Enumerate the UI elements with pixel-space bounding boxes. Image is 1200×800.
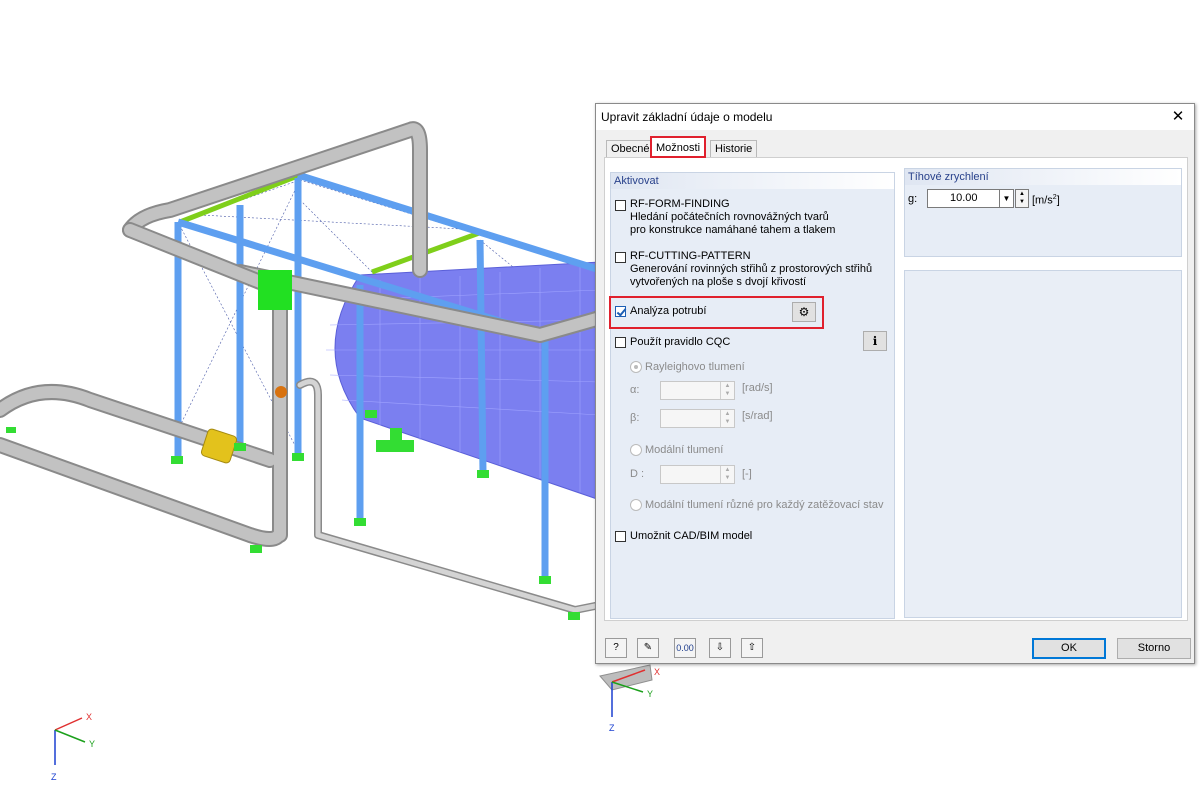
alpha-input[interactable]: ▲ ▼	[660, 381, 735, 400]
cutting-pattern-desc-1: Generování rovinných střihů z prostorový…	[630, 263, 873, 275]
axis-y-label: Y	[89, 739, 95, 749]
cancel-button[interactable]: Storno	[1117, 638, 1191, 659]
rayleigh-radio[interactable]	[630, 361, 642, 373]
beta-unit: [s/rad]	[742, 410, 773, 422]
pipe-settings-icon[interactable]: ⚙	[792, 302, 816, 322]
edit-model-dialog: Upravit základní údaje o modelu ✕ Obecné…	[595, 103, 1195, 664]
tab-options[interactable]: Možnosti	[650, 136, 707, 158]
cutting-pattern-checkbox[interactable]	[615, 252, 626, 263]
cutting-pattern-label: RF-CUTTING-PATTERN	[630, 250, 751, 262]
form-finding-label: RF-FORM-FINDING	[630, 198, 730, 210]
axis-x-label: X	[86, 712, 92, 722]
modal-damping-label: Modální tlumení	[645, 444, 724, 456]
beta-input[interactable]: ▲ ▼	[660, 409, 735, 428]
valve-node	[275, 386, 287, 398]
form-finding-checkbox[interactable]	[615, 200, 626, 211]
rayleigh-label: Rayleighovo tlumení	[645, 361, 745, 373]
dialog-titlebar[interactable]: Upravit základní údaje o modelu ✕	[596, 104, 1194, 130]
pipe-analysis-label: Analýza potrubí	[630, 305, 707, 317]
g-value-input[interactable]: 10.00	[927, 189, 1000, 208]
axis-z-label: Z	[51, 772, 57, 782]
activate-group-title: Aktivovat	[611, 173, 894, 189]
alpha-unit: [rad/s]	[742, 382, 773, 394]
preview-area	[904, 270, 1182, 618]
close-icon[interactable]: ✕	[1168, 107, 1188, 127]
g-label: g:	[908, 193, 918, 205]
beta-label: β:	[630, 412, 640, 424]
cad-bim-checkbox[interactable]	[615, 531, 626, 542]
cqc-label: Použít pravidlo CQC	[630, 336, 731, 348]
modal-per-case-radio[interactable]	[630, 499, 642, 511]
export-icon[interactable]: ⇧	[741, 638, 763, 658]
ok-button[interactable]: OK	[1032, 638, 1106, 659]
form-finding-desc-1: Hledání počátečních rovnovážných tvarů	[630, 211, 829, 223]
cutting-pattern-desc-2: vytvořených na ploše s dvojí křivostí	[630, 276, 807, 288]
d-input[interactable]: ▲ ▼	[660, 465, 735, 484]
info-icon[interactable]: ℹ	[863, 331, 887, 351]
g-stepper[interactable]: ▲ ▼	[1015, 189, 1029, 208]
dialog-title: Upravit základní údaje o modelu	[601, 110, 773, 124]
tab-history[interactable]: Historie	[710, 140, 758, 157]
axes-indicator: X Y Z	[51, 712, 95, 782]
small-axis-y-label: Y	[647, 689, 653, 699]
form-finding-desc-2: pro konstrukce namáhané tahem a tlakem	[630, 224, 836, 236]
tab-general[interactable]: Obecné	[606, 140, 655, 157]
pipe-tee-fitting	[258, 270, 292, 310]
activate-group: Aktivovat RF-FORM-FINDING Hledání počáte…	[609, 172, 895, 619]
gravity-group: Tíhové zrychlení g: 10.00 ▼ ▲ ▼ [m/s2]	[904, 168, 1182, 257]
modal-per-case-label: Modální tlumení různé pro každý zatěžova…	[645, 499, 884, 511]
edit-icon[interactable]: ✎	[637, 638, 659, 658]
modal-damping-radio[interactable]	[630, 444, 642, 456]
small-axis-x-label: X	[654, 667, 660, 677]
axes-indicator-small: X Y Z	[599, 664, 660, 733]
d-label: D :	[630, 468, 645, 480]
small-axis-z-label: Z	[609, 723, 615, 733]
cqc-checkbox[interactable]	[615, 337, 626, 348]
cad-bim-label: Umožnit CAD/BIM model	[630, 530, 753, 542]
units-button[interactable]: 0.00	[674, 638, 696, 658]
help-icon[interactable]: ?	[605, 638, 627, 658]
import-icon[interactable]: ⇩	[709, 638, 731, 658]
pipe-analysis-checkbox[interactable]	[615, 306, 626, 317]
gravity-group-title: Tíhové zrychlení	[905, 169, 1181, 185]
alpha-label: α:	[630, 384, 640, 396]
g-dropdown-chevron-down-icon[interactable]: ▼	[1000, 189, 1014, 208]
d-unit: [-]	[742, 468, 752, 480]
options-tab-panel: Aktivovat RF-FORM-FINDING Hledání počáte…	[604, 157, 1188, 621]
g-unit: [m/s2]	[1032, 194, 1060, 207]
